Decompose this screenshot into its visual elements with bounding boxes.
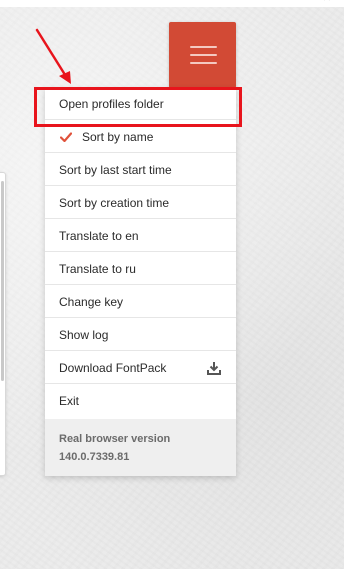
menu-item-label: Download FontPack — [59, 361, 167, 375]
menu-item-sort-by-name[interactable]: Sort by name — [45, 121, 236, 153]
panel-scrollbar[interactable] — [1, 181, 4, 381]
download-icon — [207, 362, 221, 375]
menu-item-label: Translate to en — [59, 229, 139, 243]
menu-item-label: Sort by creation time — [59, 196, 170, 210]
dropdown-menu: Open profiles folder Sort by name Sort b… — [45, 88, 236, 476]
hamburger-menu-icon — [190, 46, 217, 64]
profiles-panel-edge — [0, 172, 6, 476]
menu-item-show-log[interactable]: Show log — [45, 319, 236, 351]
version-title: Real browser version — [59, 433, 171, 445]
menu-item-translate-to-ru[interactable]: Translate to ru — [45, 253, 236, 285]
menu-item-translate-to-en[interactable]: Translate to en — [45, 220, 236, 252]
menu-item-open-profiles-folder[interactable]: Open profiles folder — [45, 88, 236, 120]
annotation-arrow-icon — [35, 28, 71, 84]
menu-item-label: Show log — [59, 328, 109, 342]
menu-item-label: Open profiles folder — [59, 97, 164, 111]
main-menu-button[interactable] — [169, 22, 236, 88]
menu-item-sort-by-last-start-time[interactable]: Sort by last start time — [45, 154, 236, 186]
window-title-bar: — ✕ — [0, 0, 344, 7]
browser-version-info: Real browser version 140.0.7339.81 — [45, 419, 236, 476]
menu-item-label: Translate to ru — [59, 262, 136, 276]
menu-item-change-key[interactable]: Change key — [45, 286, 236, 318]
minimize-icon[interactable]: — — [271, 0, 281, 4]
close-icon[interactable]: ✕ — [322, 0, 332, 4]
menu-item-download-fontpack[interactable]: Download FontPack — [45, 352, 236, 384]
checkmark-icon — [60, 132, 72, 142]
version-number: 140.0.7339.81 — [59, 451, 130, 463]
menu-item-label: Sort by last start time — [59, 163, 172, 177]
menu-item-exit[interactable]: Exit — [45, 385, 236, 417]
menu-item-label: Change key — [59, 295, 124, 309]
menu-item-label: Exit — [59, 394, 80, 408]
menu-item-sort-by-creation-time[interactable]: Sort by creation time — [45, 187, 236, 219]
menu-item-label: Sort by name — [82, 130, 154, 144]
